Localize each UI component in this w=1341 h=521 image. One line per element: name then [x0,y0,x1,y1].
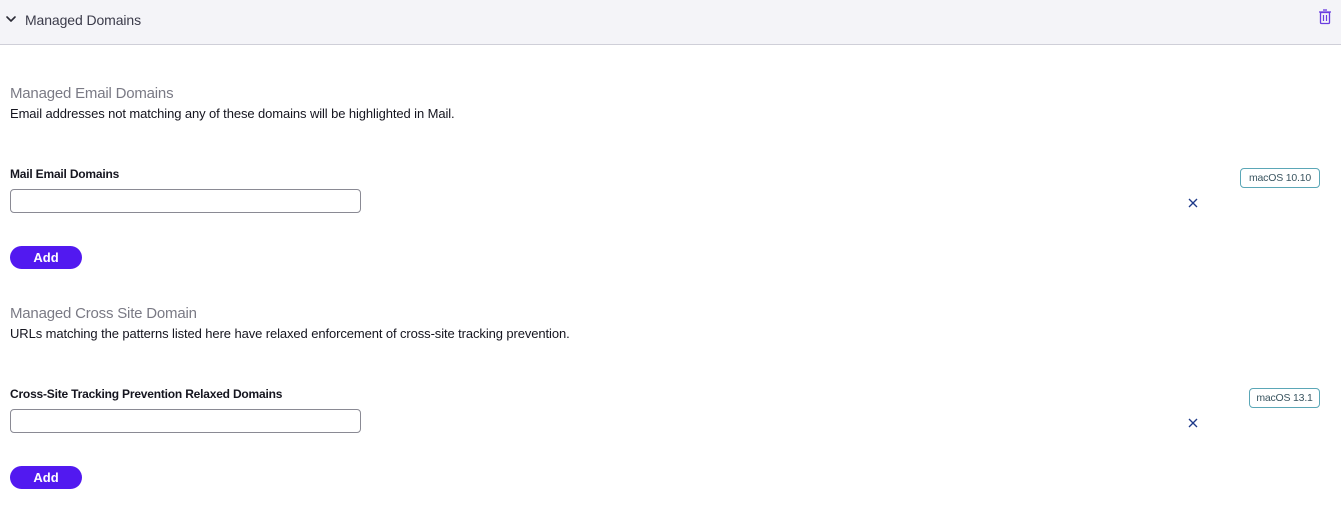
field-label: Cross-Site Tracking Prevention Relaxed D… [10,387,283,401]
section-title: Managed Email Domains [10,85,174,102]
section-title: Managed Cross Site Domain [10,305,197,322]
section-description: Email addresses not matching any of thes… [10,106,455,121]
close-icon[interactable] [1186,416,1200,430]
trash-icon[interactable] [1318,9,1332,25]
os-version-badge: macOS 10.10 [1240,168,1320,188]
close-icon[interactable] [1186,196,1200,210]
add-email-domain-button[interactable]: Add [10,246,82,269]
header-title: Managed Domains [25,12,142,28]
cross-site-domain-input[interactable] [10,409,361,433]
chevron-down-icon[interactable] [5,13,17,25]
field-label: Mail Email Domains [10,167,120,181]
add-cross-site-domain-button[interactable]: Add [10,466,82,489]
mail-email-domain-input[interactable] [10,189,361,213]
section-description: URLs matching the patterns listed here h… [10,326,570,341]
os-version-badge: macOS 13.1 [1249,388,1320,408]
section-header[interactable]: Managed Domains [0,0,1341,45]
